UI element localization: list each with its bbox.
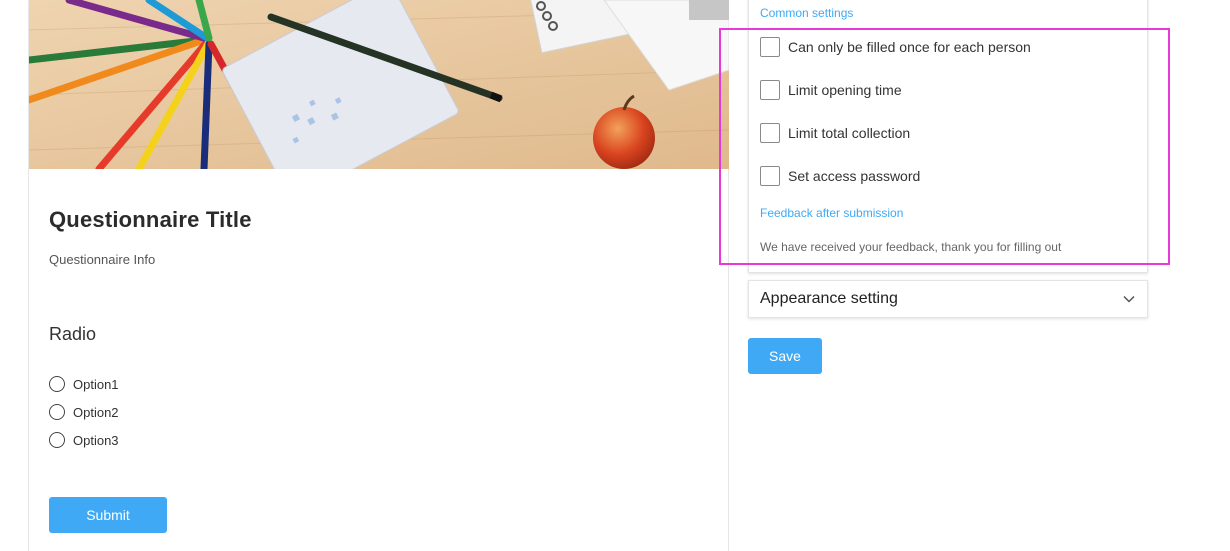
checkbox-label: Set access password	[788, 168, 921, 184]
radio-circle-icon[interactable]	[49, 376, 65, 392]
appearance-setting-label: Appearance setting	[760, 290, 898, 307]
banner-image	[29, 0, 729, 169]
common-settings-panel: Common settings Can only be filled once …	[748, 0, 1148, 273]
radio-option-label: Option1	[73, 376, 119, 392]
checkbox-limit-opening-time[interactable]: Limit opening time	[760, 80, 902, 100]
checkbox-limit-total-collection[interactable]: Limit total collection	[760, 123, 910, 143]
radio-circle-icon[interactable]	[49, 432, 65, 448]
save-button[interactable]: Save	[748, 338, 822, 374]
radio-options: Option1 Option2 Option3	[49, 370, 119, 454]
radio-circle-icon[interactable]	[49, 404, 65, 420]
checkbox-icon[interactable]	[760, 37, 780, 57]
common-settings-header[interactable]: Common settings	[760, 6, 853, 20]
question-title: Radio	[49, 324, 97, 344]
checkbox-label: Limit total collection	[788, 125, 911, 141]
submit-button[interactable]: Submit	[49, 497, 167, 533]
checkbox-icon[interactable]	[760, 80, 780, 100]
checkbox-icon[interactable]	[760, 123, 780, 143]
radio-option-label: Option2	[73, 404, 119, 420]
checkbox-access-password[interactable]: Set access password	[760, 166, 920, 186]
questionnaire-preview: Questionnaire Title Questionnaire Info R…	[28, 0, 729, 551]
checkbox-fill-once[interactable]: Can only be filled once for each person	[760, 37, 1031, 57]
questionnaire-info: Questionnaire Info	[49, 252, 156, 267]
chevron-down-icon	[1122, 292, 1136, 306]
checkbox-label: Limit opening time	[788, 82, 902, 98]
feedback-text[interactable]: We have received your feedback, thank yo…	[760, 240, 1061, 254]
feedback-header[interactable]: Feedback after submission	[760, 206, 903, 220]
radio-option-label: Option3	[73, 432, 119, 448]
checkbox-label: Can only be filled once for each person	[788, 39, 1031, 55]
questionnaire-title: Questionnaire Title	[49, 207, 252, 232]
appearance-setting-dropdown[interactable]: Appearance setting	[748, 280, 1148, 318]
radio-option[interactable]: Option2	[49, 398, 119, 426]
checkbox-icon[interactable]	[760, 166, 780, 186]
radio-option[interactable]: Option1	[49, 370, 119, 398]
radio-option[interactable]: Option3	[49, 426, 119, 454]
